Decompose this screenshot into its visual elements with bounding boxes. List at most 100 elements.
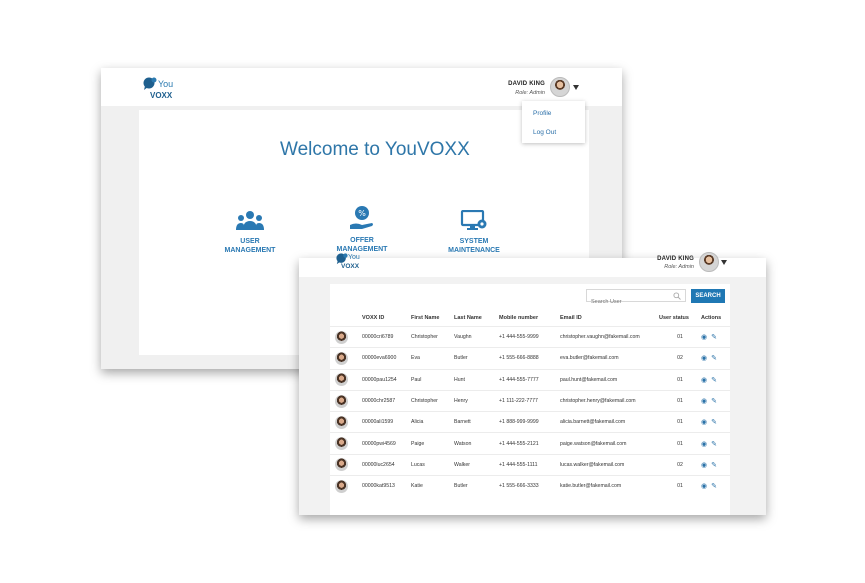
chevron-down-icon[interactable]: [721, 260, 727, 265]
pencil-icon[interactable]: ✎: [711, 418, 717, 426]
youvoxx-logo[interactable]: You VOXX: [336, 253, 360, 270]
pencil-icon[interactable]: ✎: [711, 440, 717, 448]
cell-avatar: [330, 411, 362, 433]
cell-email: katie.butler@fakemail.com: [560, 475, 659, 497]
cell-email: eva.butler@fakemail.com: [560, 347, 659, 370]
cell-email: paul.hunt@fakemail.com: [560, 368, 659, 391]
page-title: Welcome to YouVOXX: [280, 139, 470, 160]
tile-label-line1: USER: [240, 238, 260, 245]
cell-mobile: +1 444-555-7777: [499, 368, 560, 391]
table-row[interactable]: 00000eva6900 Eva Butler +1 555-666-8888 eva.…: [330, 347, 730, 370]
search-button[interactable]: SEARCH: [691, 289, 725, 303]
cell-mobile: +1 444-555-1111: [499, 453, 560, 476]
menu-item-profile[interactable]: Profile: [522, 110, 585, 117]
cell-first-name: Katie: [411, 475, 454, 497]
pencil-icon[interactable]: ✎: [711, 333, 717, 341]
avatar: [335, 479, 348, 493]
user-dropdown-menu: Profile Log Out: [522, 101, 585, 143]
cell-mobile: +1 444-555-9999: [499, 325, 560, 348]
logo-voxx: VOXX: [150, 91, 173, 100]
cell-first-name: Alicia: [411, 411, 454, 433]
avatar[interactable]: [699, 252, 719, 272]
tile-label-line1: SYSTEM: [459, 238, 489, 245]
table-row[interactable]: 00000kat9513 Katie Butler +1 555-666-3333 ka…: [330, 475, 730, 497]
logo-you: You: [158, 79, 174, 89]
cell-first-name: Christopher: [411, 389, 454, 412]
table-row[interactable]: 00000pau1254 Paul Hunt +1 444-555-7777 paul.…: [330, 368, 730, 391]
pencil-icon[interactable]: ✎: [711, 482, 717, 490]
table-row[interactable]: 00000pwi4569 Paige Watson +1 444-555-2121 pa…: [330, 432, 730, 455]
cell-email: christopher.vaughn@fakemail.com: [560, 325, 659, 348]
cell-avatar: [330, 368, 362, 391]
table-row[interactable]: 00000chr2587 Christopher Henry +1 111-222-7…: [330, 389, 730, 412]
eye-icon[interactable]: ◉: [701, 376, 707, 384]
cell-last-name: Barnett: [454, 411, 499, 433]
eye-icon[interactable]: ◉: [701, 397, 707, 405]
col-actions: Actions: [701, 315, 722, 321]
avatar: [335, 351, 348, 365]
cell-avatar: [330, 389, 362, 412]
avatar[interactable]: [550, 77, 570, 97]
logo-you: You: [348, 254, 360, 261]
header-bar: You VOXX DAVID KING Role: Admin: [299, 252, 766, 277]
cell-mobile: +1 111-222-7777: [499, 389, 560, 412]
monitor-gear-icon: [460, 209, 487, 230]
cell-voxx-id: 00000ali1599: [362, 411, 411, 433]
cell-avatar: [330, 475, 362, 497]
menu-item-logout[interactable]: Log Out: [522, 129, 585, 136]
table-row[interactable]: 00000luc2654 Lucas Walker +1 444-555-1111 lu…: [330, 453, 730, 476]
cell-actions: ◉ ✎: [701, 325, 730, 348]
cell-first-name: Paul: [411, 368, 454, 391]
cell-first-name: Christopher: [411, 325, 454, 348]
cell-first-name: Paige: [411, 432, 454, 455]
cell-actions: ◉ ✎: [701, 389, 730, 412]
table-row[interactable]: 00000cri6789 Christopher Vaughn +1 444-555-…: [330, 325, 730, 348]
cell-first-name: Eva: [411, 347, 454, 370]
eye-icon[interactable]: ◉: [701, 482, 707, 490]
tile-label-line2: MANAGEMENT: [224, 247, 276, 254]
search-field[interactable]: [586, 289, 686, 308]
cell-voxx-id: 00000eva6900: [362, 347, 411, 370]
users-icon: [236, 211, 264, 230]
eye-icon[interactable]: ◉: [701, 418, 707, 426]
cell-status: 01: [659, 368, 701, 391]
search-input[interactable]: [587, 296, 671, 308]
cell-last-name: Vaughn: [454, 325, 499, 348]
eye-icon[interactable]: ◉: [701, 461, 707, 469]
user-info: DAVID KING Role: Admin: [657, 256, 694, 270]
pencil-icon[interactable]: ✎: [711, 397, 717, 405]
cell-last-name: Hunt: [454, 368, 499, 391]
cell-voxx-id: 00000pwi4569: [362, 432, 411, 455]
avatar: [335, 458, 348, 472]
eye-icon[interactable]: ◉: [701, 333, 707, 341]
pencil-icon[interactable]: ✎: [711, 461, 717, 469]
youvoxx-logo[interactable]: You VOXX: [143, 77, 173, 100]
cell-avatar: [330, 432, 362, 455]
svg-text:%: %: [358, 209, 366, 218]
eye-icon[interactable]: ◉: [701, 354, 707, 362]
tile-offer-management[interactable]: % OFFER MANAGEMENT: [334, 205, 390, 254]
tile-system-maintenance[interactable]: SYSTEM MAINTENANCE: [446, 209, 502, 255]
cell-last-name: Henry: [454, 389, 499, 412]
col-first-name: First Name: [411, 315, 440, 321]
col-avatar: [330, 310, 362, 327]
avatar: [335, 415, 348, 429]
eye-icon[interactable]: ◉: [701, 440, 707, 448]
pencil-icon[interactable]: ✎: [711, 376, 717, 384]
cell-actions: ◉ ✎: [701, 411, 730, 433]
user-name: DAVID KING: [508, 81, 545, 87]
table-row[interactable]: 00000ali1599 Alicia Barnett +1 888-999-9999…: [330, 411, 730, 433]
users-panel: SEARCH VOXX ID First Name Last Name Mobi…: [330, 284, 730, 515]
pencil-icon[interactable]: ✎: [711, 354, 717, 362]
chevron-down-icon[interactable]: [573, 85, 579, 90]
cell-avatar: [330, 325, 362, 348]
avatar: [335, 330, 348, 344]
tile-user-management[interactable]: USER MANAGEMENT: [222, 210, 278, 255]
avatar: [335, 373, 348, 387]
cell-actions: ◉ ✎: [701, 347, 730, 370]
cell-avatar: [330, 453, 362, 476]
cell-actions: ◉ ✎: [701, 475, 730, 497]
cell-last-name: Watson: [454, 432, 499, 455]
speech-bubble-logo-icon: [143, 77, 157, 90]
cell-voxx-id: 00000kat9513: [362, 475, 411, 497]
